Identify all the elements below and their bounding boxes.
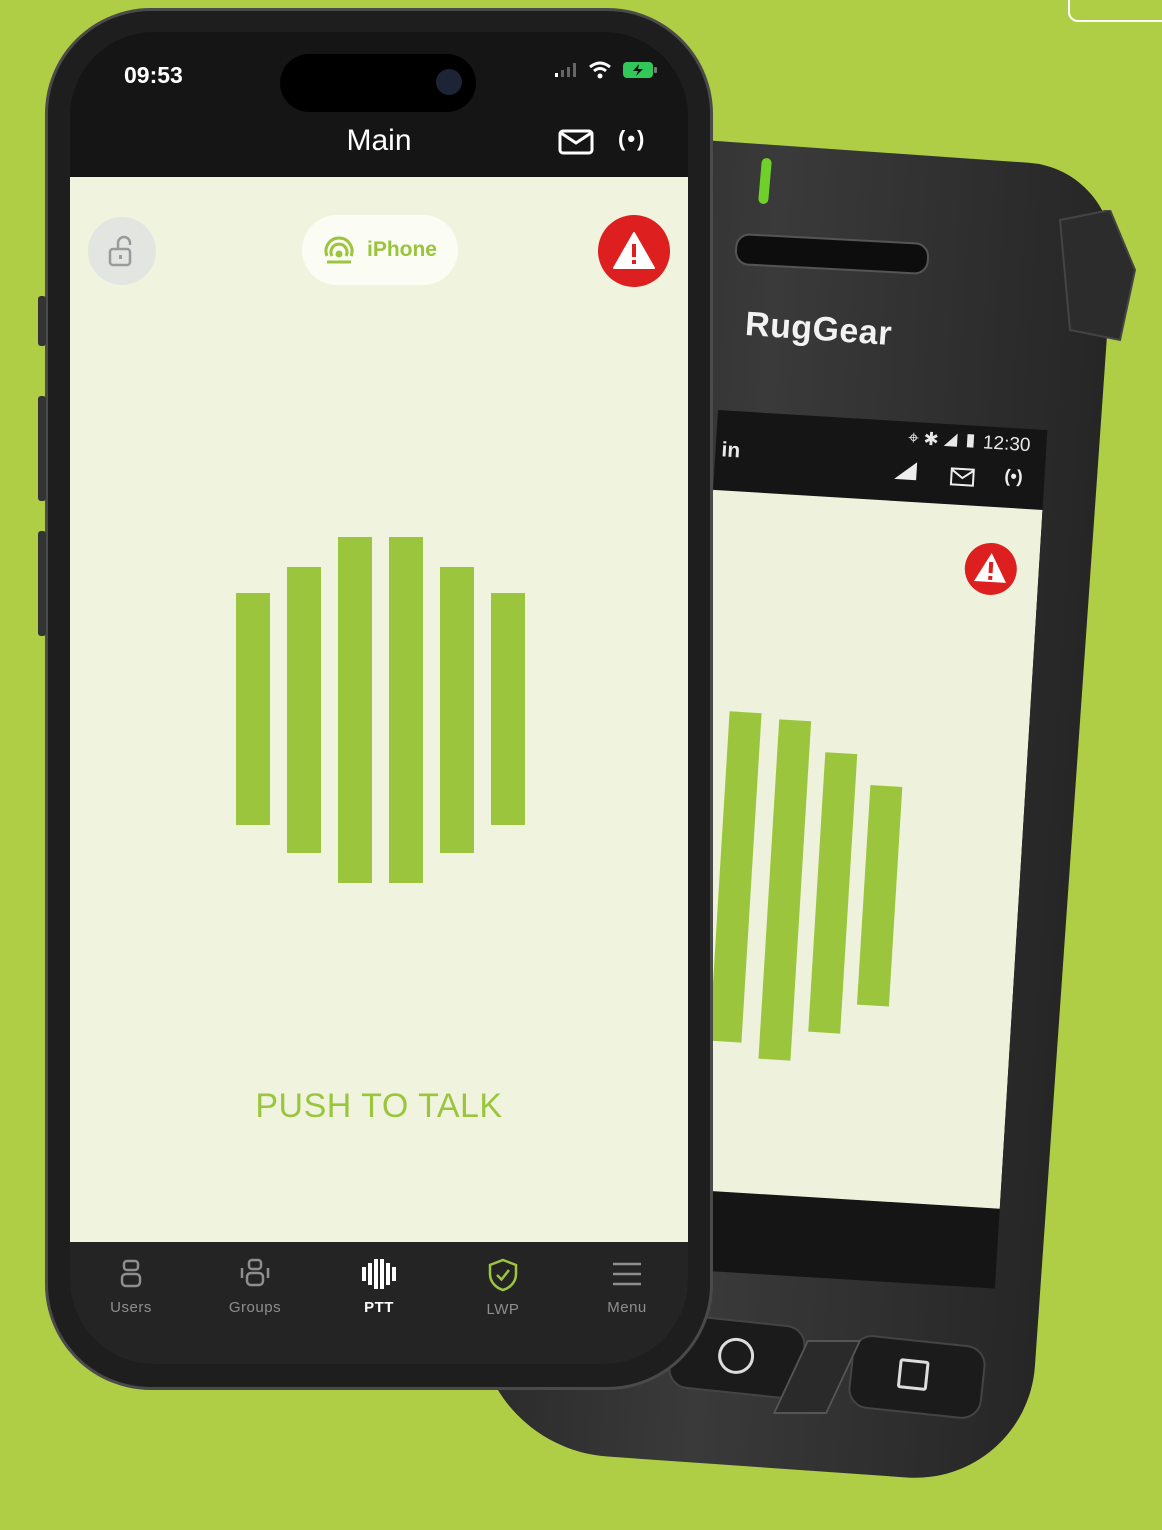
ptt-bar: [338, 537, 372, 883]
signal-icon: ◢: [942, 429, 959, 452]
ptt-icon: [362, 1259, 396, 1289]
menu-icon: [613, 1262, 641, 1286]
circle-icon: [716, 1336, 756, 1376]
rugged-app-area: [670, 489, 1043, 1209]
rugged-alert-button[interactable]: [962, 540, 1019, 597]
shield-check-icon: [488, 1258, 518, 1292]
tab-groups[interactable]: Groups: [200, 1258, 310, 1316]
push-to-talk-button[interactable]: [236, 537, 525, 887]
ptt-bar: [389, 537, 423, 883]
ptt-bar: [440, 567, 474, 853]
tab-label: PTT: [364, 1299, 394, 1316]
tab-bar: Users Groups PTT LWP Menu: [70, 1242, 688, 1364]
ptt-bar: [236, 593, 270, 825]
status-icons: [554, 61, 658, 79]
bluetooth-icon: ✱: [923, 428, 939, 451]
dynamic-island: [280, 54, 476, 112]
tab-ptt[interactable]: PTT: [324, 1258, 434, 1316]
rugged-bar: [709, 711, 762, 1043]
tab-menu[interactable]: Menu: [572, 1258, 682, 1316]
users-icon: [120, 1259, 142, 1288]
device-selector[interactable]: iPhone: [302, 215, 458, 285]
device-label: iPhone: [366, 238, 437, 261]
tab-label: Groups: [228, 1299, 282, 1316]
ptt-label: PUSH TO TALK: [255, 1087, 503, 1125]
ptt-main-area: iPhone PUSH TO TALK: [70, 177, 688, 1242]
tab-label: Menu: [607, 1299, 647, 1316]
rugged-bar: [808, 752, 858, 1034]
rugged-bar: [856, 785, 903, 1007]
tab-label: LWP: [486, 1301, 520, 1318]
volume-down-button[interactable]: [38, 531, 46, 636]
corner-tab: [1068, 0, 1162, 22]
mail-icon[interactable]: [558, 128, 594, 156]
square-icon: [896, 1358, 930, 1392]
broadcast-icon: [324, 236, 354, 264]
wifi-icon: [589, 61, 611, 79]
rugged-status-time: 12:30: [982, 432, 1032, 457]
tab-label: Users: [110, 1299, 152, 1316]
cellular-signal-icon: [555, 63, 576, 77]
rugged-recent-button[interactable]: [846, 1333, 988, 1421]
volume-up-button[interactable]: [38, 396, 46, 501]
rugged-status-bar: ⌖ ✱ ◢ ▮ 12:30: [907, 427, 1032, 457]
tab-lwp[interactable]: LWP: [448, 1258, 558, 1318]
action-button[interactable]: [38, 296, 46, 346]
ptt-bar: [287, 567, 321, 853]
phone-screen: 09:53 Main (•) iPhone PUSH TO TALK Users…: [70, 32, 688, 1364]
rugged-screen: ⌖ ✱ ◢ ▮ 12:30 in (•): [665, 410, 1048, 1289]
rugged-mail-icon[interactable]: [949, 466, 976, 488]
battery-charging-icon: [623, 62, 657, 78]
rugged-signal-icon: [894, 462, 918, 481]
broadcast-button[interactable]: (•): [618, 126, 646, 152]
groups-icon: [240, 1258, 270, 1287]
rugged-header-title: in: [720, 438, 741, 463]
camera-icon: [436, 69, 462, 95]
rugged-volume-knob[interactable]: [1050, 210, 1140, 350]
lock-button[interactable]: [88, 217, 156, 285]
unlock-icon: [108, 235, 132, 267]
rugged-broadcast-button[interactable]: (•): [1004, 466, 1023, 488]
rugged-bar: [758, 719, 812, 1061]
emergency-alert-button[interactable]: [598, 215, 670, 287]
status-time: 09:53: [124, 62, 183, 88]
warning-icon: [613, 232, 655, 269]
location-icon: ⌖: [907, 427, 920, 450]
battery-icon: ▮: [962, 431, 979, 453]
tab-users[interactable]: Users: [76, 1258, 186, 1316]
ptt-bar: [491, 593, 525, 825]
page-title: Main: [346, 124, 412, 157]
